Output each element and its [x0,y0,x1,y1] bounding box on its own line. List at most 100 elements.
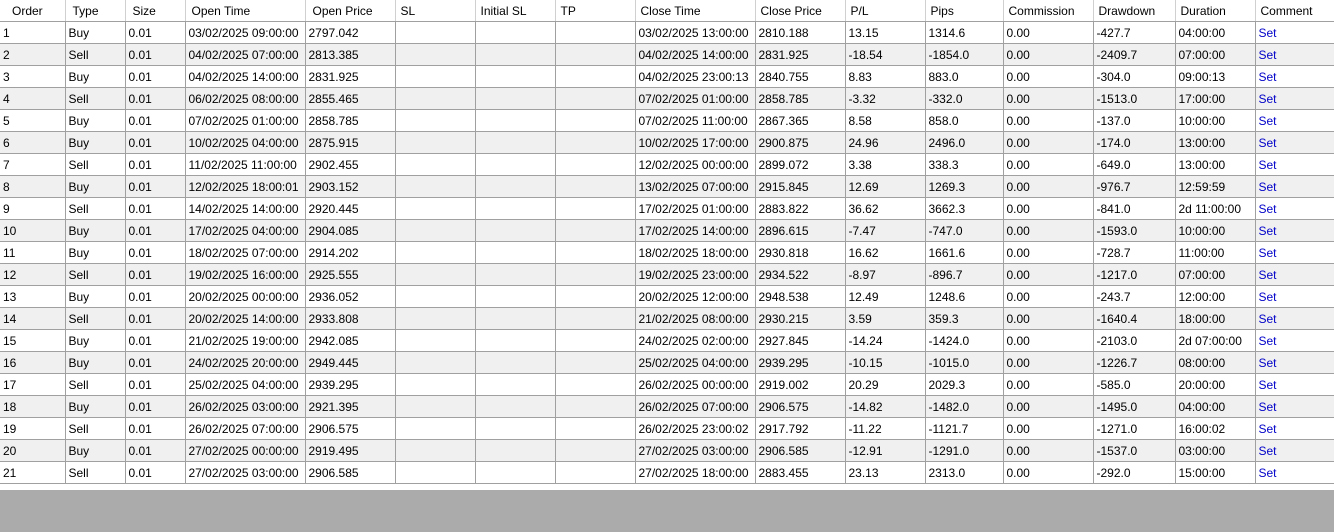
cell-commission: 0.00 [1003,131,1094,154]
cell-tp [555,373,636,396]
column-header-comment[interactable]: Comment [1255,0,1334,22]
cell-close-price: 2831.925 [755,43,846,66]
table-row[interactable]: 1 Buy 0.01 03/02/2025 09:00:00 2797.042 03/02… [0,21,1334,44]
cell-duration: 04:00:00 [1175,21,1256,44]
comment-set-link[interactable]: Set [1255,175,1334,198]
column-header-pl[interactable]: P/L [845,0,926,22]
table-row[interactable]: 12 Sell 0.01 19/02/2025 16:00:00 2925.555 19/… [0,263,1334,286]
table-row[interactable]: 3 Buy 0.01 04/02/2025 14:00:00 2831.925 04/02… [0,65,1334,88]
column-header-size[interactable]: Size [125,0,186,22]
cell-initial-sl [475,153,556,176]
table-row[interactable]: 15 Buy 0.01 21/02/2025 19:00:00 2942.085 24/0… [0,329,1334,352]
column-header-close-time[interactable]: Close Time [635,0,756,22]
table-row[interactable]: 11 Buy 0.01 18/02/2025 07:00:00 2914.202 18/0… [0,241,1334,264]
comment-set-link[interactable]: Set [1255,285,1334,308]
table-row[interactable]: 8 Buy 0.01 12/02/2025 18:00:01 2903.152 13/02… [0,175,1334,198]
table-row[interactable]: 20 Buy 0.01 27/02/2025 00:00:00 2919.495 27/0… [0,439,1334,462]
cell-initial-sl [475,197,556,220]
cell-type: Buy [65,21,126,44]
column-header-open-time[interactable]: Open Time [185,0,306,22]
cell-size: 0.01 [125,21,186,44]
table-row[interactable]: 16 Buy 0.01 24/02/2025 20:00:00 2949.445 25/0… [0,351,1334,374]
comment-set-link[interactable]: Set [1255,461,1334,484]
cell-drawdown: -1537.0 [1093,439,1176,462]
column-header-sl[interactable]: SL [395,0,476,22]
table-row[interactable]: 19 Sell 0.01 26/02/2025 07:00:00 2906.575 26/… [0,417,1334,440]
table-row[interactable]: 13 Buy 0.01 20/02/2025 00:00:00 2936.052 20/0… [0,285,1334,308]
table-row[interactable]: 9 Sell 0.01 14/02/2025 14:00:00 2920.445 17/0… [0,197,1334,220]
cell-type: Sell [65,197,126,220]
cell-type: Buy [65,219,126,242]
cell-close-time: 18/02/2025 18:00:00 [635,241,756,264]
cell-sl [395,21,476,44]
cell-pips: 883.0 [925,65,1004,88]
cell-size: 0.01 [125,329,186,352]
cell-pips: 1661.6 [925,241,1004,264]
comment-set-link[interactable]: Set [1255,329,1334,352]
cell-order: 17 [0,373,66,396]
table-row[interactable]: 21 Sell 0.01 27/02/2025 03:00:00 2906.585 27/… [0,461,1334,484]
cell-pips: 858.0 [925,109,1004,132]
cell-duration: 09:00:13 [1175,65,1256,88]
cell-pl: -14.24 [845,329,926,352]
comment-set-link[interactable]: Set [1255,439,1334,462]
cell-open-price: 2902.455 [305,153,396,176]
column-header-pips[interactable]: Pips [925,0,1004,22]
trade-history-grid[interactable]: Order Type Size Open Time Open Price SL Initia… [0,0,1334,490]
column-header-duration[interactable]: Duration [1175,0,1256,22]
comment-set-link[interactable]: Set [1255,307,1334,330]
comment-set-link[interactable]: Set [1255,131,1334,154]
cell-close-time: 19/02/2025 23:00:00 [635,263,756,286]
comment-set-link[interactable]: Set [1255,21,1334,44]
cell-pl: 3.59 [845,307,926,330]
cell-open-price: 2797.042 [305,21,396,44]
comment-set-link[interactable]: Set [1255,241,1334,264]
column-header-order[interactable]: Order [0,0,66,22]
comment-set-link[interactable]: Set [1255,153,1334,176]
table-row[interactable]: 17 Sell 0.01 25/02/2025 04:00:00 2939.295 26/… [0,373,1334,396]
comment-set-link[interactable]: Set [1255,417,1334,440]
cell-duration: 12:00:00 [1175,285,1256,308]
comment-set-link[interactable]: Set [1255,87,1334,110]
column-header-commission[interactable]: Commission [1003,0,1094,22]
column-header-tp[interactable]: TP [555,0,636,22]
cell-open-time: 10/02/2025 04:00:00 [185,131,306,154]
comment-set-link[interactable]: Set [1255,395,1334,418]
cell-close-price: 2917.792 [755,417,846,440]
table-row[interactable]: 6 Buy 0.01 10/02/2025 04:00:00 2875.915 10/02… [0,131,1334,154]
cell-drawdown: -1495.0 [1093,395,1176,418]
cell-close-price: 2840.755 [755,65,846,88]
table-row[interactable]: 7 Sell 0.01 11/02/2025 11:00:00 2902.455 12/0… [0,153,1334,176]
cell-drawdown: -427.7 [1093,21,1176,44]
table-row[interactable]: 14 Sell 0.01 20/02/2025 14:00:00 2933.808 21/… [0,307,1334,330]
cell-pl: 24.96 [845,131,926,154]
comment-set-link[interactable]: Set [1255,197,1334,220]
table-row[interactable]: 5 Buy 0.01 07/02/2025 01:00:00 2858.785 07/02… [0,109,1334,132]
cell-pl: 13.15 [845,21,926,44]
comment-set-link[interactable]: Set [1255,109,1334,132]
table-row[interactable]: 18 Buy 0.01 26/02/2025 03:00:00 2921.395 26/0… [0,395,1334,418]
cell-open-price: 2921.395 [305,395,396,418]
comment-set-link[interactable]: Set [1255,351,1334,374]
comment-set-link[interactable]: Set [1255,43,1334,66]
column-header-initial-sl[interactable]: Initial SL [475,0,556,22]
cell-close-time: 13/02/2025 07:00:00 [635,175,756,198]
column-header-close-price[interactable]: Close Price [755,0,846,22]
comment-set-link[interactable]: Set [1255,373,1334,396]
table-row[interactable]: 4 Sell 0.01 06/02/2025 08:00:00 2855.465 07/0… [0,87,1334,110]
comment-set-link[interactable]: Set [1255,263,1334,286]
column-header-type[interactable]: Type [65,0,126,22]
cell-size: 0.01 [125,285,186,308]
column-header-open-price[interactable]: Open Price [305,0,396,22]
cell-tp [555,175,636,198]
comment-set-link[interactable]: Set [1255,219,1334,242]
cell-close-time: 07/02/2025 11:00:00 [635,109,756,132]
comment-set-link[interactable]: Set [1255,65,1334,88]
cell-order: 10 [0,219,66,242]
cell-open-time: 04/02/2025 07:00:00 [185,43,306,66]
cell-close-price: 2919.002 [755,373,846,396]
table-row[interactable]: 2 Sell 0.01 04/02/2025 07:00:00 2813.385 04/0… [0,43,1334,66]
column-header-drawdown[interactable]: Drawdown [1093,0,1176,22]
cell-commission: 0.00 [1003,329,1094,352]
table-row[interactable]: 10 Buy 0.01 17/02/2025 04:00:00 2904.085 17/0… [0,219,1334,242]
